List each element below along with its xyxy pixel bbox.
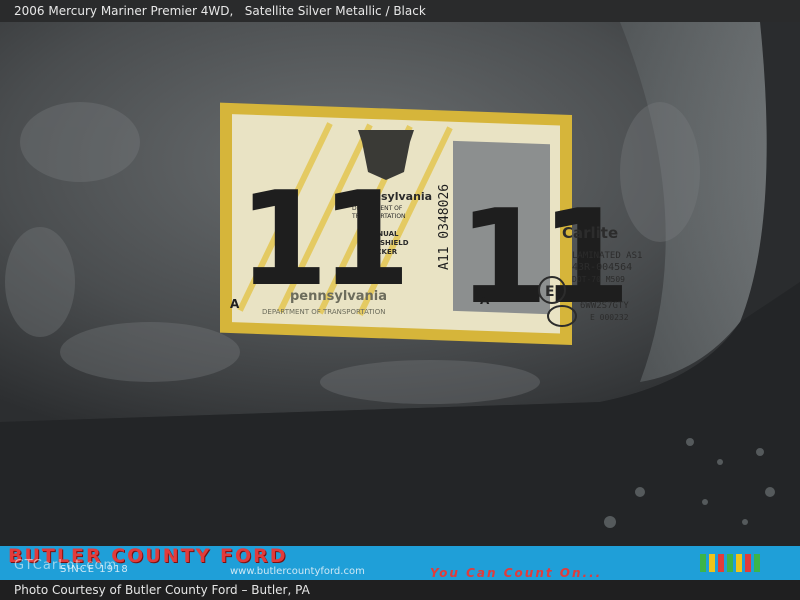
glass-line-1: LAMINATED AS1 [572,251,642,261]
title-bar: 2006 Mercury Mariner Premier 4WD, Satell… [0,0,800,22]
glass-line-5: E 000232 [590,313,629,322]
photo-credit: Photo Courtesy of Butler County Ford – B… [0,580,800,600]
watermark: GTCarLot.com [14,558,118,573]
sticker-bottom-state: pennsylvania [290,289,387,304]
svg-text:E: E [545,284,555,300]
vehicle-title: 2006 Mercury Mariner Premier 4WD, [14,4,234,18]
dealer-slogan: You Can Count On... [430,566,603,580]
dealer-banner: BUTLER COUNTY FORD SINCE 1918 www.butler… [0,546,800,580]
dealer-logo-icon [700,554,760,572]
sticker-letter-a-left: A [230,297,240,311]
glass-line-2: 43R-004564 [572,262,632,273]
glass-line-4: 6WW2S7GTY [580,301,629,311]
sticker-bottom-dept: DEPARTMENT OF TRANSPORTATION [262,308,385,316]
vehicle-photo: pennsylvania DEPARTMENT OF TRANSPORTATIO… [0,22,800,546]
glass-line-3: DOT-70 M509 [572,275,625,284]
vehicle-color: Satellite Silver Metallic / Black [244,4,426,18]
sticker-letter-a-right: A [480,293,490,307]
glass-brand: Carlite [562,224,618,242]
dealer-web: www.butlercountyford.com [230,566,365,577]
sticker-serial: A11 0348026 [437,184,452,270]
